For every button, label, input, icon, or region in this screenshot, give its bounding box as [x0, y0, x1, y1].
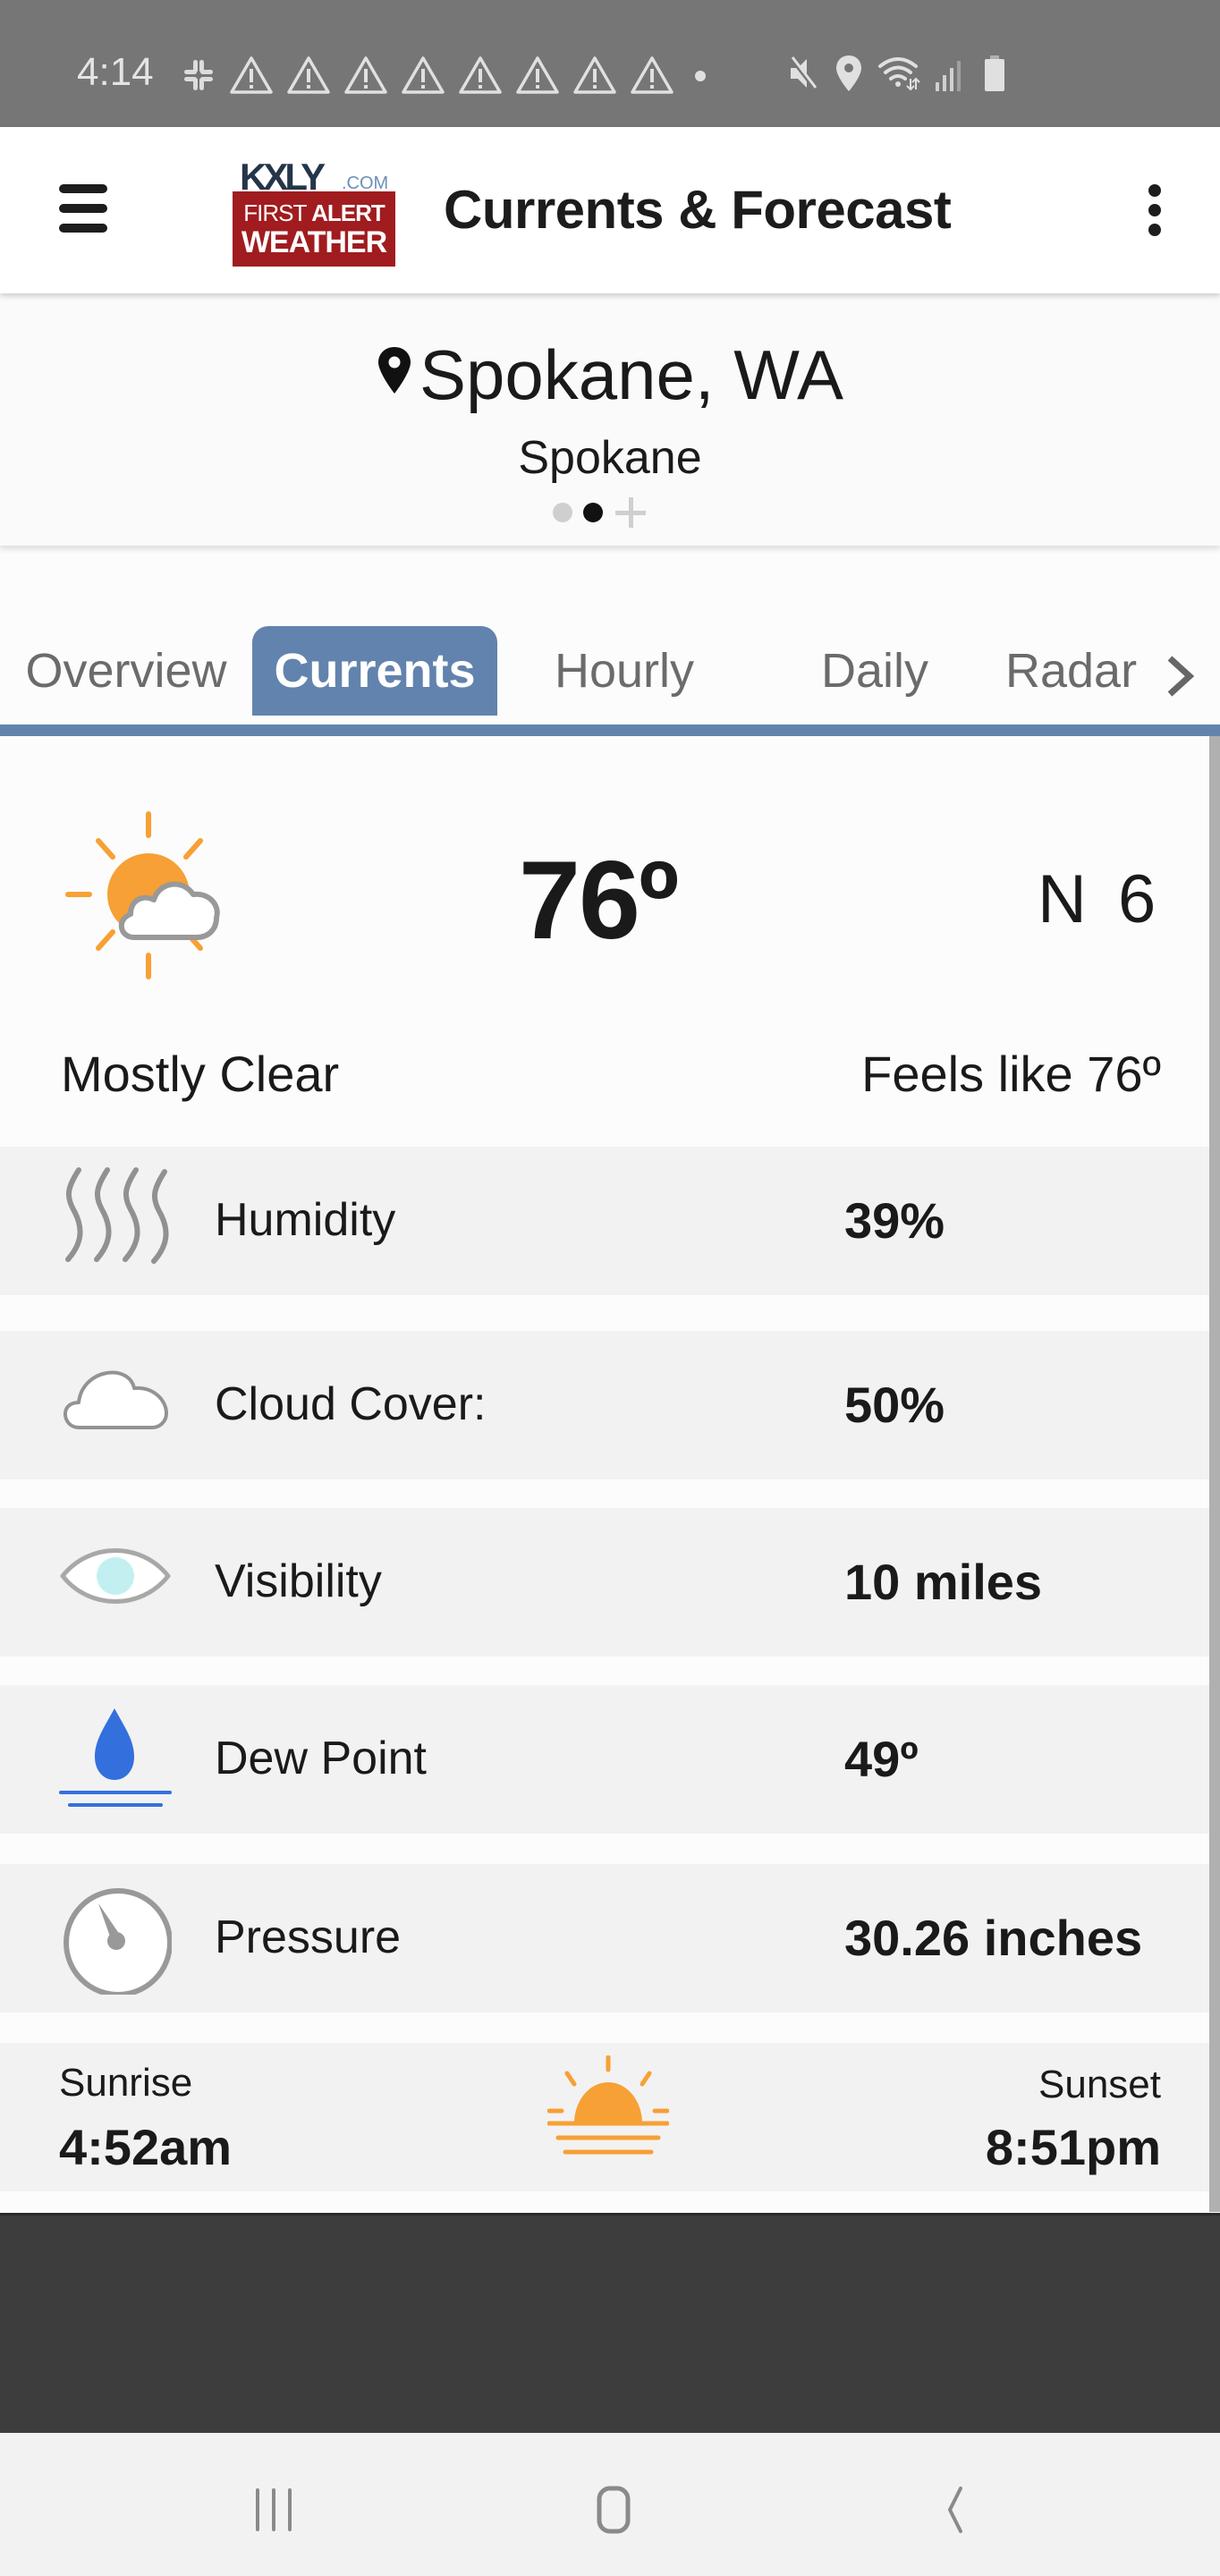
back-icon[interactable]: [919, 2483, 991, 2537]
detail-label: Dew Point: [215, 1733, 427, 1784]
battery-icon: [985, 55, 1004, 91]
tab-currents[interactable]: Currents: [252, 626, 497, 716]
location-title: Spokane, WA: [0, 335, 1220, 416]
more-notifications-dot-icon: [695, 71, 706, 81]
overflow-dot: [1148, 204, 1161, 216]
detail-label: Visibility: [215, 1555, 382, 1607]
tab-hourly[interactable]: Hourly: [519, 626, 730, 716]
dew-point-icon: [59, 1708, 172, 1807]
tab-bar: Overview Currents Hourly Daily Radar: [0, 608, 1220, 724]
eye-icon: [60, 1548, 171, 1604]
sunrise-time: 4:52am: [59, 2119, 233, 2175]
feels-like: Feels like 76º: [861, 1046, 1161, 1102]
sunset-label: Sunset: [1038, 2063, 1161, 2106]
humidity-icon: [65, 1167, 169, 1264]
detail-value: 49º: [844, 1731, 919, 1787]
detail-value: 30.26 inches: [844, 1910, 1143, 1966]
warning-icon: [516, 56, 559, 94]
pressure-gauge-icon: [64, 1888, 172, 1995]
pager-dot-active[interactable]: [583, 503, 603, 522]
sunrise-icon: [547, 2055, 669, 2155]
warning-icon: [573, 56, 616, 94]
cloud-icon: [64, 1370, 168, 1429]
ad-banner-area: [0, 2213, 1220, 2433]
tab-radar[interactable]: Radar: [1005, 626, 1166, 716]
warning-icon: [402, 56, 445, 94]
app-bar: KXLY .COM FIRST ALERT WEATHER Currents &…: [0, 127, 1220, 293]
recent-apps-icon[interactable]: [238, 2483, 309, 2537]
detail-label: Humidity: [215, 1194, 396, 1246]
detail-row-dew-point: Dew Point 49º: [0, 1685, 1209, 1834]
slack-icon: [184, 60, 213, 90]
detail-row-cloud-cover: Cloud Cover: 50%: [0, 1331, 1209, 1479]
sunset-time: 8:51pm: [985, 2119, 1161, 2175]
map-pin-icon: [377, 347, 411, 394]
detail-label: Cloud Cover:: [215, 1378, 487, 1430]
tabs-scroll-right-chevron-icon[interactable]: [1165, 655, 1195, 698]
location-card[interactable]: Spokane, WA Spokane: [0, 293, 1220, 546]
signal-icon: [936, 61, 961, 91]
sunrise-sunset-row: Sunrise 4:52am Sunset 8:51pm: [0, 2043, 1209, 2191]
location-name: Spokane, WA: [419, 335, 844, 414]
pager-dot[interactable]: [553, 503, 572, 522]
scrollbar[interactable]: [1209, 736, 1220, 2212]
menu-icon-bar: [59, 204, 107, 213]
condition-text: Mostly Clear: [61, 1046, 340, 1102]
menu-icon-bar: [59, 184, 107, 193]
status-bar: 4:14: [0, 0, 1220, 127]
detail-value: 39%: [844, 1192, 945, 1249]
warning-icon: [230, 56, 273, 94]
overflow-dot: [1148, 184, 1161, 197]
wind-speed: N 6: [1038, 861, 1156, 937]
warning-icon: [631, 56, 674, 94]
add-location-icon[interactable]: [614, 496, 648, 530]
system-navigation-bar: [0, 2433, 1220, 2576]
detail-label: Pressure: [215, 1911, 402, 1963]
warning-icon: [287, 56, 330, 94]
partly-cloudy-icon: [65, 811, 220, 979]
menu-icon-bar: [59, 224, 107, 233]
location-icon: [836, 55, 861, 91]
tab-overview[interactable]: Overview: [13, 626, 240, 716]
home-icon[interactable]: [578, 2483, 649, 2537]
detail-row-visibility: Visibility 10 miles: [0, 1508, 1209, 1657]
detail-value: 50%: [844, 1377, 945, 1433]
detail-value: 10 miles: [844, 1554, 1043, 1610]
warning-icon: [459, 56, 502, 94]
warning-icon: [344, 56, 387, 94]
wifi-icon: [878, 57, 920, 91]
sunrise-label: Sunrise: [59, 2061, 193, 2105]
current-temperature: 76º: [519, 839, 679, 962]
logo-weather: WEATHER: [241, 225, 387, 259]
detail-row-pressure: Pressure 30.26 inches: [0, 1864, 1209, 2012]
kxly-first-alert-weather-logo: KXLY .COM FIRST ALERT WEATHER: [231, 156, 397, 267]
system-icons: [785, 54, 1007, 93]
logo-badge: FIRST ALERT WEATHER: [233, 191, 395, 267]
detail-row-humidity: Humidity 39%: [0, 1147, 1209, 1295]
mute-icon: [789, 55, 818, 91]
tab-daily[interactable]: Daily: [778, 626, 971, 716]
overflow-dot: [1148, 224, 1161, 236]
status-time: 4:14: [77, 50, 154, 94]
logo-alert: ALERT: [311, 199, 385, 226]
menu-button[interactable]: [54, 179, 113, 238]
location-subtitle: Spokane: [518, 432, 702, 484]
tab-underline: [0, 724, 1220, 736]
overflow-menu-button[interactable]: [1134, 181, 1173, 240]
location-pager: [553, 496, 648, 530]
page-title: Currents & Forecast: [444, 180, 952, 240]
notification-icons: [181, 55, 714, 95]
logo-first: FIRST: [243, 199, 307, 226]
